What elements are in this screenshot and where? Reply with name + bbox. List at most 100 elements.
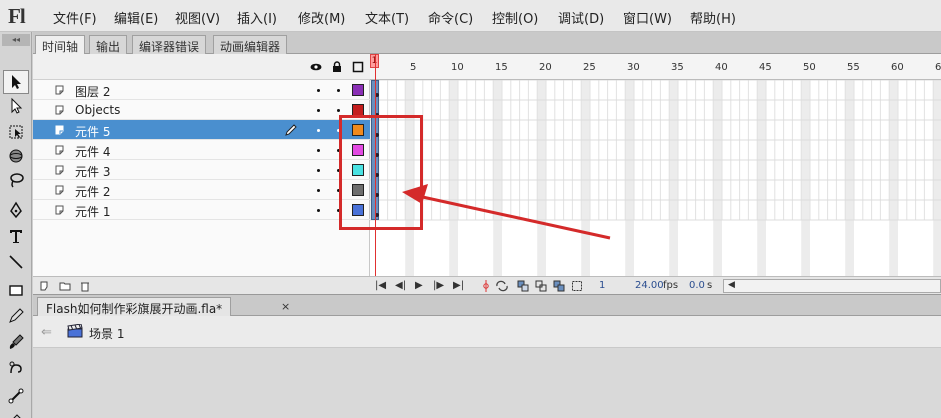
pencil-tool-icon[interactable] (3, 304, 29, 328)
outline-icon[interactable] (352, 61, 364, 73)
time-value: 0.0 (689, 280, 705, 291)
edit-multiple-frames-icon[interactable] (553, 280, 565, 292)
new-folder-icon[interactable] (59, 280, 71, 292)
deco-tool-icon[interactable] (3, 356, 29, 380)
menu-modify[interactable]: 修改(M) (298, 8, 345, 27)
ruler-label: 65 (935, 62, 941, 73)
app-logo: Fl (8, 4, 26, 28)
rectangle-tool-icon[interactable] (3, 278, 29, 302)
timeline-footer: |◀ ◀| ▶ |▶ ▶| 1 24.00 fps 0.0 s ◀ (33, 276, 941, 294)
lock-dot[interactable] (337, 109, 340, 112)
text-tool-icon[interactable] (3, 224, 29, 248)
menu-file[interactable]: 文件(F) (53, 8, 97, 27)
tab-timeline[interactable]: 时间轴 (35, 35, 86, 55)
scroll-left-icon[interactable]: ◀ (728, 280, 735, 290)
layer-row[interactable]: 元件 2 (33, 180, 370, 200)
new-layer-icon[interactable] (39, 280, 51, 292)
tab-output[interactable]: 输出 (89, 35, 128, 54)
menu-help[interactable]: 帮助(H) (690, 8, 736, 27)
layer-name: 元件 1 (75, 205, 111, 219)
ruler-label: 25 (583, 62, 596, 73)
ruler-label: 20 (539, 62, 552, 73)
center-frame-icon[interactable] (481, 280, 491, 292)
document-tab[interactable]: Flash如何制作彩旗展开动画.fla* (37, 297, 232, 317)
timeline-panel: 图层 2 Objects 元件 5 元件 4 元件 3 元件 2 元件 1 5 … (33, 54, 941, 294)
brush-tool-icon[interactable] (3, 330, 29, 354)
menu-control[interactable]: 控制(O) (492, 8, 538, 27)
layer-row[interactable]: 元件 4 (33, 140, 370, 160)
visibility-dot[interactable] (317, 129, 320, 132)
layer-row[interactable]: 元件 1 (33, 200, 370, 220)
visibility-dot[interactable] (317, 109, 320, 112)
visibility-dot[interactable] (317, 149, 320, 152)
ruler-label: 30 (627, 62, 640, 73)
visibility-dot[interactable] (317, 209, 320, 212)
tab-motion-editor[interactable]: 动画编辑器 (213, 35, 288, 54)
first-frame-icon[interactable]: |◀ (375, 280, 386, 291)
layer-row[interactable]: Objects (33, 100, 370, 120)
fps-value[interactable]: 24.00 (635, 280, 664, 291)
pencil-icon (285, 124, 297, 136)
paint-bucket-tool-icon[interactable] (3, 410, 29, 418)
subselection-tool-icon[interactable] (3, 94, 29, 118)
visibility-dot[interactable] (317, 189, 320, 192)
ruler-label: 5 (410, 62, 417, 73)
lock-icon[interactable] (331, 61, 343, 73)
lasso-tool-icon[interactable] (3, 168, 29, 192)
frame-ruler[interactable]: 5 10 15 20 25 30 35 40 45 50 55 60 65 1 (370, 54, 941, 80)
menu-view[interactable]: 视图(V) (175, 8, 220, 27)
onion-outline-icon[interactable] (535, 280, 547, 292)
modify-markers-icon[interactable] (571, 280, 583, 292)
free-transform-tool-icon[interactable] (3, 120, 29, 144)
layer-name: 元件 4 (75, 145, 111, 159)
menu-insert[interactable]: 插入(I) (237, 8, 277, 27)
ruler-label: 10 (451, 62, 464, 73)
layer-header (33, 54, 370, 80)
last-frame-icon[interactable]: ▶| (453, 280, 464, 291)
menu-commands[interactable]: 命令(C) (428, 8, 473, 27)
3d-rotation-tool-icon[interactable] (3, 144, 29, 168)
selection-tool-icon[interactable] (3, 70, 29, 94)
layer-name: 元件 3 (75, 165, 111, 179)
ruler-label: 60 (891, 62, 904, 73)
visibility-dot[interactable] (317, 89, 320, 92)
frame-grid[interactable] (370, 80, 941, 276)
bone-tool-icon[interactable] (3, 384, 29, 408)
menu-bar: Fl 文件(F) 编辑(E) 视图(V) 插入(I) 修改(M) 文本(T) 命… (0, 0, 941, 32)
layer-row[interactable]: 元件 3 (33, 160, 370, 180)
delete-icon[interactable] (79, 280, 91, 292)
menu-text[interactable]: 文本(T) (365, 8, 409, 27)
collapse-toolbar-button[interactable]: ◂◂ (2, 34, 30, 46)
play-icon[interactable]: ▶ (415, 280, 423, 291)
annotation-highlight-box (339, 115, 423, 230)
layer-row-selected[interactable]: 元件 5 (33, 120, 370, 140)
close-document-icon[interactable]: × (281, 300, 290, 313)
eye-icon[interactable] (310, 61, 322, 73)
layer-name: 元件 5 (75, 125, 111, 139)
pen-tool-icon[interactable] (3, 198, 29, 222)
loop-icon[interactable] (495, 280, 509, 292)
step-forward-icon[interactable]: |▶ (433, 280, 444, 291)
menu-window[interactable]: 窗口(W) (623, 8, 672, 27)
onion-skin-icon[interactable] (517, 280, 529, 292)
stage-area[interactable] (33, 348, 941, 418)
layer-color-swatch[interactable] (352, 84, 364, 96)
step-back-icon[interactable]: ◀| (395, 280, 406, 291)
line-tool-icon[interactable] (3, 250, 29, 274)
ruler-label: 15 (495, 62, 508, 73)
layer-row[interactable]: 图层 2 (33, 80, 370, 100)
frames-area[interactable]: 5 10 15 20 25 30 35 40 45 50 55 60 65 1 (370, 54, 941, 276)
ruler-label: 55 (847, 62, 860, 73)
back-arrow-icon[interactable]: ⇐ (41, 325, 52, 340)
layer-name: 元件 2 (75, 185, 111, 199)
menu-debug[interactable]: 调试(D) (558, 8, 604, 27)
scene-label[interactable]: 场景 1 (89, 325, 124, 342)
visibility-dot[interactable] (317, 169, 320, 172)
tab-compiler-errors[interactable]: 编译器错误 (132, 35, 207, 54)
menu-edit[interactable]: 编辑(E) (114, 8, 158, 27)
time-unit: s (707, 280, 713, 291)
ruler-label: 40 (715, 62, 728, 73)
lock-dot[interactable] (337, 89, 340, 92)
horizontal-scrollbar[interactable]: ◀ (723, 279, 941, 293)
current-frame-value: 1 (599, 280, 606, 291)
